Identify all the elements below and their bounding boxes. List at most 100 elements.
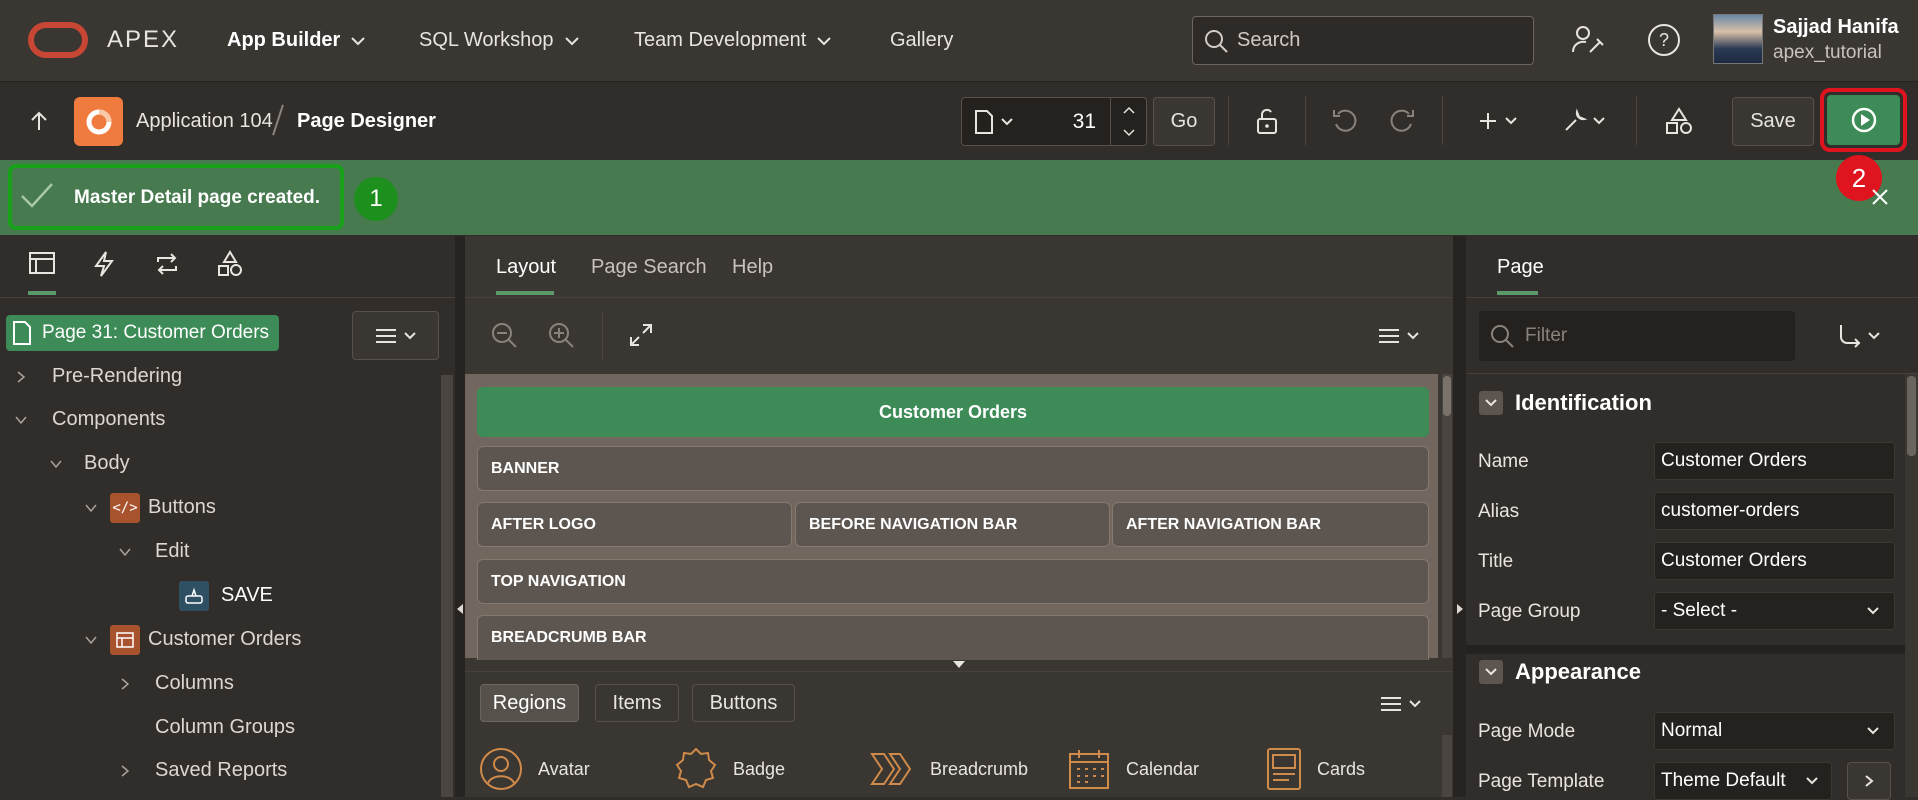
tree-node-save[interactable]: SAVE [179, 574, 273, 617]
success-message: Master Detail page created. [74, 187, 321, 208]
close-icon[interactable] [1870, 187, 1890, 207]
tab-page-search[interactable]: Page Search [591, 256, 707, 279]
gallery-tab-regions[interactable]: Regions [480, 684, 579, 722]
create-menu-button[interactable] [1473, 96, 1523, 145]
collapse-toggle[interactable] [1479, 391, 1503, 415]
gallery-item-badge[interactable]: Badge [673, 744, 785, 794]
dynamic-actions-icon[interactable] [92, 250, 116, 278]
menu-gallery[interactable]: Gallery [890, 0, 953, 81]
chevron-up-icon[interactable] [1122, 106, 1135, 114]
appearance-group-header[interactable]: Appearance [1479, 659, 1641, 685]
arrow-up-icon[interactable] [28, 110, 50, 132]
canvas-scroll-thumb[interactable] [1443, 376, 1451, 416]
region-after-navigation-bar[interactable]: AFTER NAVIGATION BAR [1112, 502, 1429, 547]
zoom-out-icon[interactable] [490, 321, 518, 349]
tree-node-customer-orders[interactable]: Customer Orders [84, 618, 301, 661]
identification-group-header[interactable]: Identification [1479, 390, 1652, 416]
tab-rendering[interactable] [28, 250, 56, 276]
gallery-item-breadcrumb[interactable]: Breadcrumb [870, 744, 1028, 794]
page-stepper[interactable] [1110, 98, 1146, 145]
plus-icon [1480, 112, 1496, 129]
chevron-down-icon[interactable] [1122, 129, 1135, 137]
region-breadcrumb-bar[interactable]: BREADCRUMB BAR [477, 615, 1429, 660]
page-number-field[interactable]: 31 [1073, 110, 1096, 134]
tree-node-pre-rendering[interactable]: Pre-Rendering [14, 355, 182, 398]
page-group-select[interactable]: - Select - [1654, 592, 1895, 630]
search-input[interactable]: Search [1192, 16, 1534, 65]
collapse-right-icon[interactable] [1455, 602, 1465, 616]
tree-node-buttons[interactable]: </> Buttons [84, 486, 216, 529]
expand-icon[interactable] [629, 323, 653, 347]
tree-node-column-groups[interactable]: Column Groups [155, 706, 295, 749]
region-before-navigation-bar[interactable]: BEFORE NAVIGATION BAR [795, 502, 1110, 547]
chevron-down-icon [50, 460, 62, 468]
go-button[interactable]: Go [1153, 97, 1215, 146]
application-icon[interactable] [74, 97, 123, 146]
left-scrollbar[interactable] [441, 375, 453, 797]
tree-label: Body [84, 452, 130, 474]
redo-icon[interactable] [1387, 106, 1417, 136]
drag-handle-icon[interactable] [952, 660, 966, 669]
go-to-template-button[interactable] [1847, 762, 1891, 800]
button-component-icon [179, 580, 209, 611]
application-link[interactable]: Application 104 [136, 110, 273, 133]
undo-icon[interactable] [1330, 106, 1360, 136]
gallery-scrollbar[interactable] [1442, 735, 1452, 797]
oracle-logo-icon[interactable] [28, 22, 88, 58]
right-scroll-thumb[interactable] [1907, 376, 1916, 456]
gallery-tab-buttons[interactable]: Buttons [692, 684, 795, 722]
collapse-left-icon[interactable] [455, 602, 465, 616]
page-template-select[interactable]: Theme Default [1654, 762, 1832, 800]
utilities-menu-button[interactable] [1556, 96, 1612, 145]
page-mode-select[interactable]: Normal [1654, 712, 1895, 750]
zoom-in-icon[interactable] [547, 321, 575, 349]
gallery-item-avatar[interactable]: Avatar [478, 744, 590, 794]
tab-help[interactable]: Help [732, 256, 773, 279]
tree-node-components[interactable]: Components [14, 398, 165, 441]
shared-components-icon[interactable] [1664, 106, 1694, 136]
page-title-region[interactable]: Customer Orders [477, 387, 1429, 437]
tree-node-body[interactable]: Body [49, 442, 130, 485]
shared-components-tab-icon[interactable] [216, 250, 244, 278]
tree-node-edit[interactable]: Edit [118, 530, 189, 573]
alias-field[interactable]: customer-orders [1654, 492, 1895, 530]
page-node[interactable]: Page 31: Customer Orders [6, 315, 279, 351]
brand-label[interactable]: APEX [107, 26, 179, 54]
right-splitter[interactable] [1453, 236, 1466, 797]
gallery-menu-button[interactable] [1376, 679, 1426, 728]
tab-page[interactable]: Page [1497, 256, 1544, 279]
collapse-toggle[interactable] [1479, 660, 1503, 684]
save-and-run-button[interactable] [1827, 95, 1900, 145]
go-to-group-button[interactable] [1834, 311, 1884, 360]
title-field[interactable]: Customer Orders [1654, 542, 1895, 580]
filter-input[interactable]: Filter [1479, 311, 1795, 361]
administration-icon[interactable] [1570, 22, 1606, 58]
avatar[interactable] [1713, 14, 1763, 64]
alias-label: Alias [1478, 501, 1520, 522]
user-name[interactable]: Sajjad Hanifa [1773, 16, 1899, 39]
tree-node-columns[interactable]: Columns [118, 662, 234, 705]
region-after-logo[interactable]: AFTER LOGO [477, 502, 792, 547]
tab-layout[interactable]: Layout [496, 256, 556, 279]
gallery-tab-items[interactable]: Items [595, 684, 679, 722]
menu-sql-workshop[interactable]: SQL Workshop [419, 0, 580, 81]
tree-menu-button[interactable] [352, 311, 439, 360]
canvas-scrollbar[interactable] [1442, 374, 1452, 658]
region-top-navigation[interactable]: TOP NAVIGATION [477, 559, 1429, 604]
gallery-item-cards[interactable]: Cards [1265, 744, 1365, 794]
processing-icon[interactable] [153, 250, 181, 278]
menu-label: Team Development [634, 29, 807, 51]
region-banner[interactable]: BANNER [477, 446, 1429, 491]
save-button[interactable]: Save [1732, 97, 1814, 146]
menu-team-development[interactable]: Team Development [634, 0, 832, 81]
left-splitter[interactable] [455, 236, 465, 797]
select-value: - Select - [1661, 600, 1738, 621]
name-field[interactable]: Customer Orders [1654, 442, 1895, 480]
page-selector[interactable]: 31 [961, 97, 1147, 146]
layout-menu-button[interactable] [1374, 311, 1424, 360]
gallery-item-calendar[interactable]: Calendar [1066, 744, 1199, 794]
help-icon[interactable]: ? [1646, 22, 1682, 58]
tree-node-saved-reports[interactable]: Saved Reports [118, 749, 287, 792]
menu-app-builder[interactable]: App Builder [227, 0, 366, 81]
unlock-icon[interactable] [1252, 106, 1282, 136]
